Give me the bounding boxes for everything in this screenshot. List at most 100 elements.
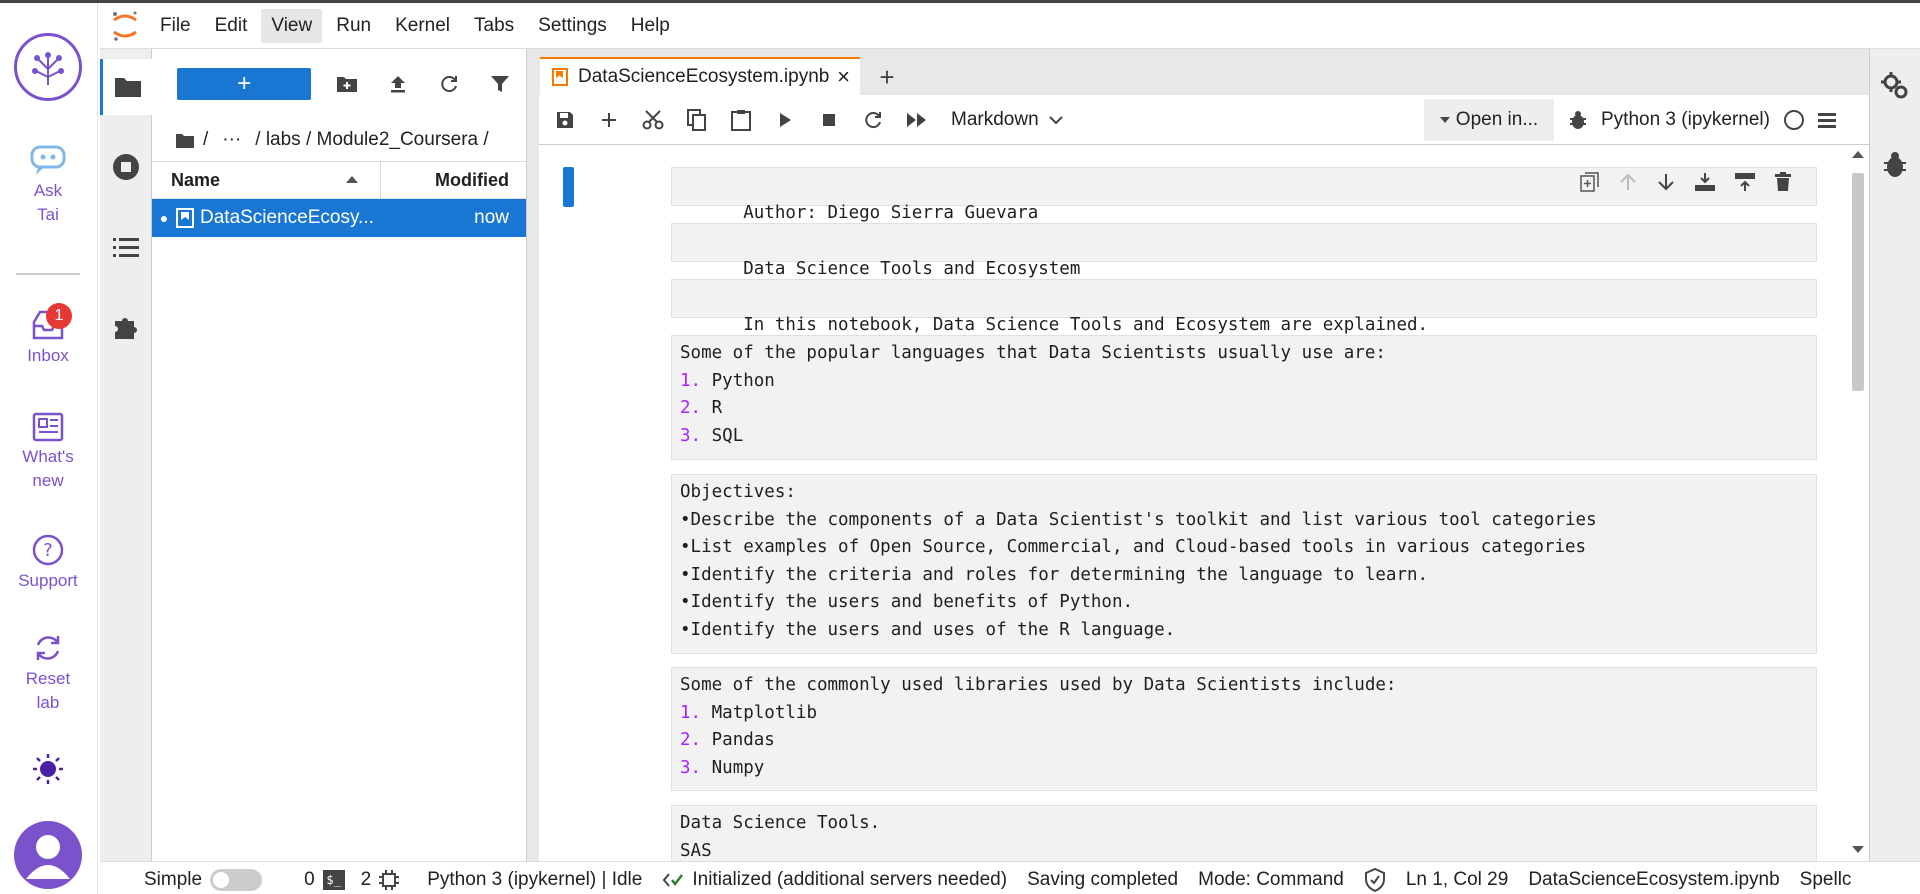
cell-type-dropdown[interactable]: Markdown [951, 109, 1063, 131]
breadcrumb-root[interactable]: / [203, 129, 208, 151]
restart-kernel-button[interactable] [851, 100, 895, 140]
insert-cell-button[interactable] [587, 100, 631, 140]
kernel-count: 2 [360, 868, 372, 890]
breadcrumb-path[interactable]: / labs / Module2_Coursera / [255, 129, 488, 151]
property-inspector-tab[interactable] [1880, 71, 1910, 101]
menu-run[interactable]: Run [326, 9, 381, 43]
notebook-scrollbar[interactable] [1847, 145, 1869, 861]
tab-datascienceecosystem[interactable]: DataScienceEcosystem.ipynb × [540, 57, 860, 95]
shield-check-icon [1364, 867, 1385, 892]
cell-text: •Describe the components of a Data Scien… [680, 509, 1597, 530]
breadcrumb-ellipsis[interactable]: ··· [222, 129, 241, 151]
markdown-cell[interactable]: Data Science Tools. SAS [671, 805, 1817, 861]
upload-button[interactable] [373, 74, 424, 94]
paste-button[interactable] [719, 100, 763, 140]
tab-label: DataScienceEcosystem.ipynb [578, 66, 830, 87]
user-avatar[interactable] [14, 821, 82, 889]
interrupt-kernel-button[interactable] [807, 100, 851, 140]
menu-view[interactable]: View [261, 8, 323, 43]
gears-icon [1881, 72, 1908, 99]
menu-kernel[interactable]: Kernel [385, 9, 460, 43]
right-sidebar [1869, 49, 1920, 861]
chat-bot-icon [30, 145, 66, 175]
table-of-contents-tab[interactable] [100, 219, 152, 275]
cut-button[interactable] [631, 100, 675, 140]
list-number: 3. [680, 757, 702, 778]
markdown-cell[interactable]: Data Science Tools and Ecosystem [671, 223, 1817, 279]
scroll-up-icon[interactable] [1852, 151, 1864, 158]
file-browser-panel: + / ··· / labs / Module2_Coursera / Name [152, 49, 527, 861]
file-row[interactable]: ● DataScienceEcosy... now [152, 199, 526, 237]
theme-toggle[interactable] [30, 751, 66, 787]
menu-file[interactable]: File [150, 9, 201, 43]
refresh-files-button[interactable] [424, 74, 475, 94]
kernel-status-circle-icon [1783, 110, 1804, 130]
cpu-icon [379, 869, 400, 890]
arrow-down-icon[interactable] [1656, 172, 1676, 192]
duplicate-icon[interactable] [1580, 172, 1600, 192]
whats-new-button[interactable]: What's new [0, 411, 96, 493]
cell-text: Some of the commonly used libraries used… [680, 675, 1397, 695]
debugger-tab[interactable] [1883, 151, 1909, 181]
extensions-tab[interactable] [100, 299, 152, 355]
trust-status[interactable] [1364, 867, 1386, 892]
menu-tabs[interactable]: Tabs [464, 9, 524, 43]
list-icon [113, 238, 139, 257]
menu-settings[interactable]: Settings [528, 9, 617, 43]
markdown-cell[interactable]: Some of the commonly used libraries used… [671, 667, 1817, 791]
lsp-status[interactable]: Initialized (additional servers needed) [662, 869, 1007, 891]
fast-forward-icon [907, 112, 926, 127]
insert-below-icon[interactable] [1734, 172, 1756, 192]
svg-text:?: ? [43, 540, 53, 561]
run-cell-button[interactable] [763, 100, 807, 140]
name-column-header[interactable]: Name [152, 162, 381, 198]
scroll-thumb[interactable] [1852, 173, 1864, 391]
simple-mode-toggle[interactable] [210, 868, 263, 891]
terminal-count: 0 [304, 868, 315, 890]
menu-help[interactable]: Help [621, 9, 680, 43]
kernel-name[interactable]: Python 3 (ipykernel) [1601, 109, 1770, 131]
scissors-icon [642, 109, 664, 129]
cell-text: Data Science Tools and Ecosystem [743, 258, 1081, 279]
running-terminals[interactable]: 0 $_ 2 [304, 868, 400, 891]
markdown-cell[interactable]: In this notebook, Data Science Tools and… [671, 279, 1817, 335]
insert-above-icon[interactable] [1694, 172, 1716, 192]
cell-type-value: Markdown [951, 108, 1039, 130]
ask-tai-button[interactable]: Ask Tai [0, 143, 96, 227]
add-tab-button[interactable]: + [869, 61, 905, 93]
list-text: Python [711, 370, 775, 391]
kernel-status[interactable]: Python 3 (ipykernel) | Idle [427, 869, 642, 891]
scroll-down-icon[interactable] [1852, 846, 1864, 853]
markdown-cell[interactable]: Objectives: •Describe the components of a… [671, 474, 1817, 654]
copy-button[interactable] [675, 100, 719, 140]
reset-lab-button[interactable]: Reset lab [0, 631, 96, 715]
markdown-cell[interactable]: Author: Diego Sierra Guevara [671, 167, 1817, 223]
breadcrumb: / ··· / labs / Module2_Coursera / [152, 119, 526, 161]
menu-icon[interactable] [1817, 112, 1836, 128]
new-launcher-button[interactable]: + [177, 68, 312, 100]
close-tab-icon[interactable]: × [837, 64, 850, 90]
debugger-icon[interactable] [1569, 110, 1587, 130]
delete-icon[interactable] [1774, 172, 1792, 192]
cell-text: Objectives: [680, 482, 796, 502]
lab-logo[interactable] [14, 33, 82, 101]
cell-toolbar [1580, 172, 1792, 192]
terminal-icon: $_ [322, 869, 345, 890]
support-button[interactable]: ? Support [0, 533, 96, 593]
file-browser-tab[interactable] [100, 59, 152, 115]
modified-column-header[interactable]: Modified [381, 170, 526, 191]
running-terminals-tab[interactable] [100, 139, 152, 195]
save-button[interactable] [543, 100, 587, 140]
menu-edit[interactable]: Edit [205, 9, 258, 43]
new-folder-button[interactable] [321, 75, 372, 93]
filter-files-button[interactable] [475, 74, 526, 94]
open-in-button[interactable]: Open in... [1424, 99, 1554, 141]
folder-icon[interactable] [175, 132, 195, 149]
arrow-up-icon[interactable] [1618, 172, 1638, 192]
run-all-button[interactable] [895, 100, 939, 140]
markdown-cell[interactable]: Some of the popular languages that Data … [671, 335, 1817, 460]
spellcheck-status[interactable]: Spellc [1800, 869, 1852, 891]
play-icon [780, 112, 791, 127]
panel-splitter[interactable] [527, 49, 539, 861]
cursor-position[interactable]: Ln 1, Col 29 [1406, 869, 1508, 891]
